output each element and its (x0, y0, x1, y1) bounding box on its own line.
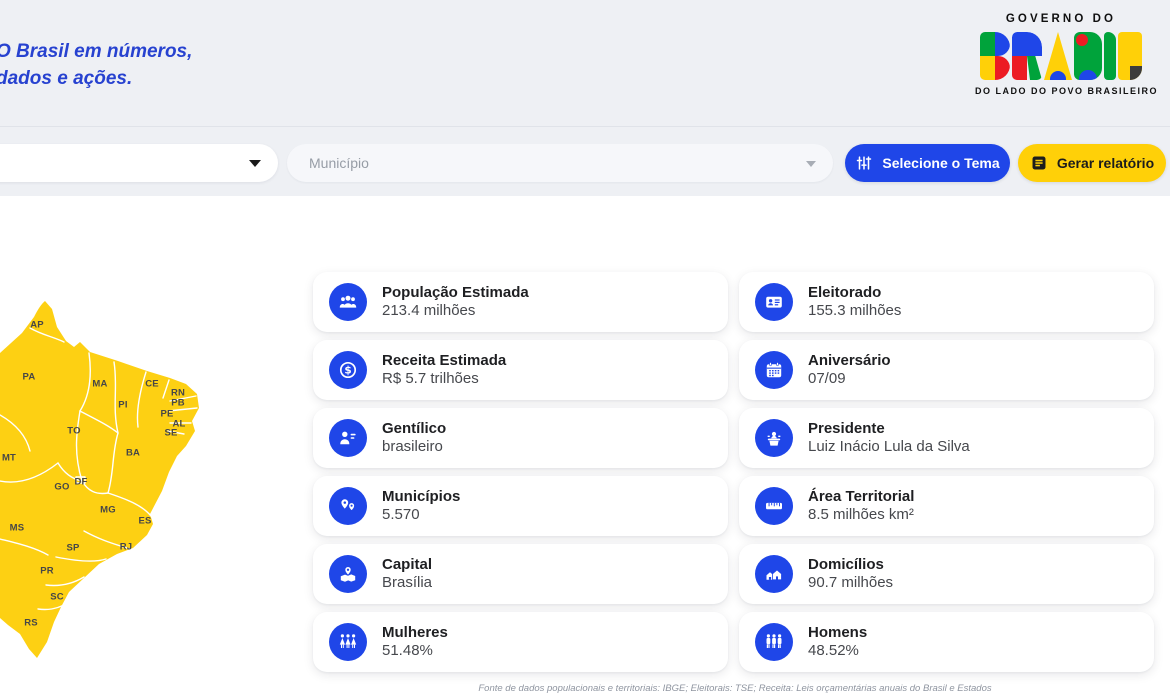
map-pins-icon (329, 487, 367, 525)
card-domicilios: Domicílios 90.7 milhões (739, 544, 1154, 604)
map-pin-icon (329, 555, 367, 593)
card-value: brasileiro (382, 438, 446, 456)
card-value: Luiz Inácio Lula da Silva (808, 438, 970, 456)
dollar-circle-icon: $ (329, 351, 367, 389)
generate-report-button[interactable]: Gerar relatório (1018, 144, 1166, 182)
state-select[interactable] (0, 144, 278, 182)
municipality-placeholder: Município (309, 155, 369, 171)
tagline-line2: dados e ações. (0, 65, 192, 92)
podium-person-icon (755, 419, 793, 457)
state-label-mt: MT (2, 453, 16, 464)
card-title: Aniversário (808, 352, 891, 370)
logo-letter-r (1012, 32, 1042, 80)
card-title: Municípios (382, 488, 460, 506)
select-theme-label: Selecione o Tema (882, 155, 999, 171)
state-label-rs: RS (24, 618, 38, 629)
chevron-down-icon (249, 160, 261, 167)
logo-top-text: GOVERNO DO (975, 13, 1147, 25)
card-eleitorado: Eleitorado 155.3 milhões (739, 272, 1154, 332)
page-tagline: O Brasil em números, dados e ações. (0, 38, 192, 92)
brazil-map-shape[interactable] (0, 295, 206, 671)
select-theme-button[interactable]: Selecione o Tema (845, 144, 1010, 182)
municipality-select[interactable]: Município (287, 144, 833, 182)
card-gentilico: Gentílico brasileiro (313, 408, 728, 468)
governo-do-brasil-logo: GOVERNO DO BRASIL DO LADO DO POVO BRASIL… (975, 13, 1147, 96)
card-title: Domicílios (808, 556, 893, 574)
brazil-states-map[interactable]: AP PA MA CE RN PB PE AL SE PI TO MT BA G… (0, 295, 206, 671)
sliders-icon (855, 154, 873, 172)
state-label-to: TO (67, 426, 80, 437)
card-title: Receita Estimada (382, 352, 506, 370)
state-label-ce: CE (145, 379, 159, 390)
ruler-icon (755, 487, 793, 525)
state-label-rj: RJ (120, 542, 133, 553)
person-lines-icon (329, 419, 367, 457)
card-capital: Capital Brasília (313, 544, 728, 604)
id-card-icon (755, 283, 793, 321)
card-title: Eleitorado (808, 284, 901, 302)
card-title: Capital (382, 556, 432, 574)
card-title: Área Territorial (808, 488, 914, 506)
card-area-territorial: Área Territorial 8.5 milhões km² (739, 476, 1154, 536)
data-source-note: Fonte de dados populacionais e territori… (300, 683, 1170, 694)
card-title: Homens (808, 624, 867, 642)
logo-letter-a (1044, 32, 1072, 80)
chevron-down-icon (806, 161, 816, 167)
card-value: 213.4 milhões (382, 302, 529, 320)
card-mulheres: Mulheres 51.48% (313, 612, 728, 672)
state-label-ap: AP (30, 320, 44, 331)
state-label-ba: BA (126, 448, 140, 459)
state-label-es: ES (138, 516, 151, 527)
logo-letter-s (1074, 32, 1102, 80)
state-label-sc: SC (50, 592, 64, 603)
state-label-df: DF (74, 477, 87, 488)
state-label-ms: MS (10, 523, 25, 534)
card-title: Gentílico (382, 420, 446, 438)
state-label-pr: PR (40, 566, 54, 577)
men-figures-icon (755, 623, 793, 661)
header: O Brasil em números, dados e ações. GOVE… (0, 0, 1170, 127)
women-figures-icon (329, 623, 367, 661)
generate-report-label: Gerar relatório (1057, 155, 1154, 171)
card-value: 48.52% (808, 642, 867, 660)
brasil-logo-letters: BRASIL (975, 32, 1147, 80)
logo-letter-l (1118, 32, 1142, 80)
logo-bottom-text: DO LADO DO POVO BRASILEIRO (975, 86, 1147, 96)
card-value: 07/09 (808, 370, 891, 388)
state-label-se: SE (164, 428, 177, 439)
card-value: Brasília (382, 574, 432, 592)
state-label-sp: SP (66, 543, 79, 554)
card-value: 90.7 milhões (808, 574, 893, 592)
state-label-pa: PA (23, 372, 36, 383)
card-value: 51.48% (382, 642, 448, 660)
state-label-mg: MG (100, 505, 116, 516)
card-aniversario: Aniversário 07/09 (739, 340, 1154, 400)
card-title: População Estimada (382, 284, 529, 302)
card-value: 8.5 milhões km² (808, 506, 914, 524)
state-label-pi: PI (118, 400, 127, 411)
card-populacao-estimada: População Estimada 213.4 milhões (313, 272, 728, 332)
report-document-icon (1030, 154, 1048, 172)
state-label-go: GO (54, 482, 69, 493)
card-title: Presidente (808, 420, 970, 438)
card-value: R$ 5.7 trilhões (382, 370, 506, 388)
card-presidente: Presidente Luiz Inácio Lula da Silva (739, 408, 1154, 468)
houses-icon (755, 555, 793, 593)
card-receita-estimada: $ Receita Estimada R$ 5.7 trilhões (313, 340, 728, 400)
brasil-em-numeros-page: O Brasil em números, dados e ações. GOVE… (0, 0, 1170, 700)
people-group-icon (329, 283, 367, 321)
card-value: 155.3 milhões (808, 302, 901, 320)
logo-letter-b (980, 32, 1010, 80)
tagline-line1: O Brasil em números, (0, 38, 192, 65)
filter-bar: Município Selecione o Tema Gerar relatór… (0, 127, 1170, 196)
card-title: Mulheres (382, 624, 448, 642)
card-value: 5.570 (382, 506, 460, 524)
logo-letter-i (1104, 32, 1116, 80)
state-label-ma: MA (92, 379, 107, 390)
calendar-icon (755, 351, 793, 389)
card-homens: Homens 48.52% (739, 612, 1154, 672)
state-label-pb: PB (171, 398, 185, 409)
svg-text:$: $ (344, 365, 351, 377)
card-municipios: Municípios 5.570 (313, 476, 728, 536)
